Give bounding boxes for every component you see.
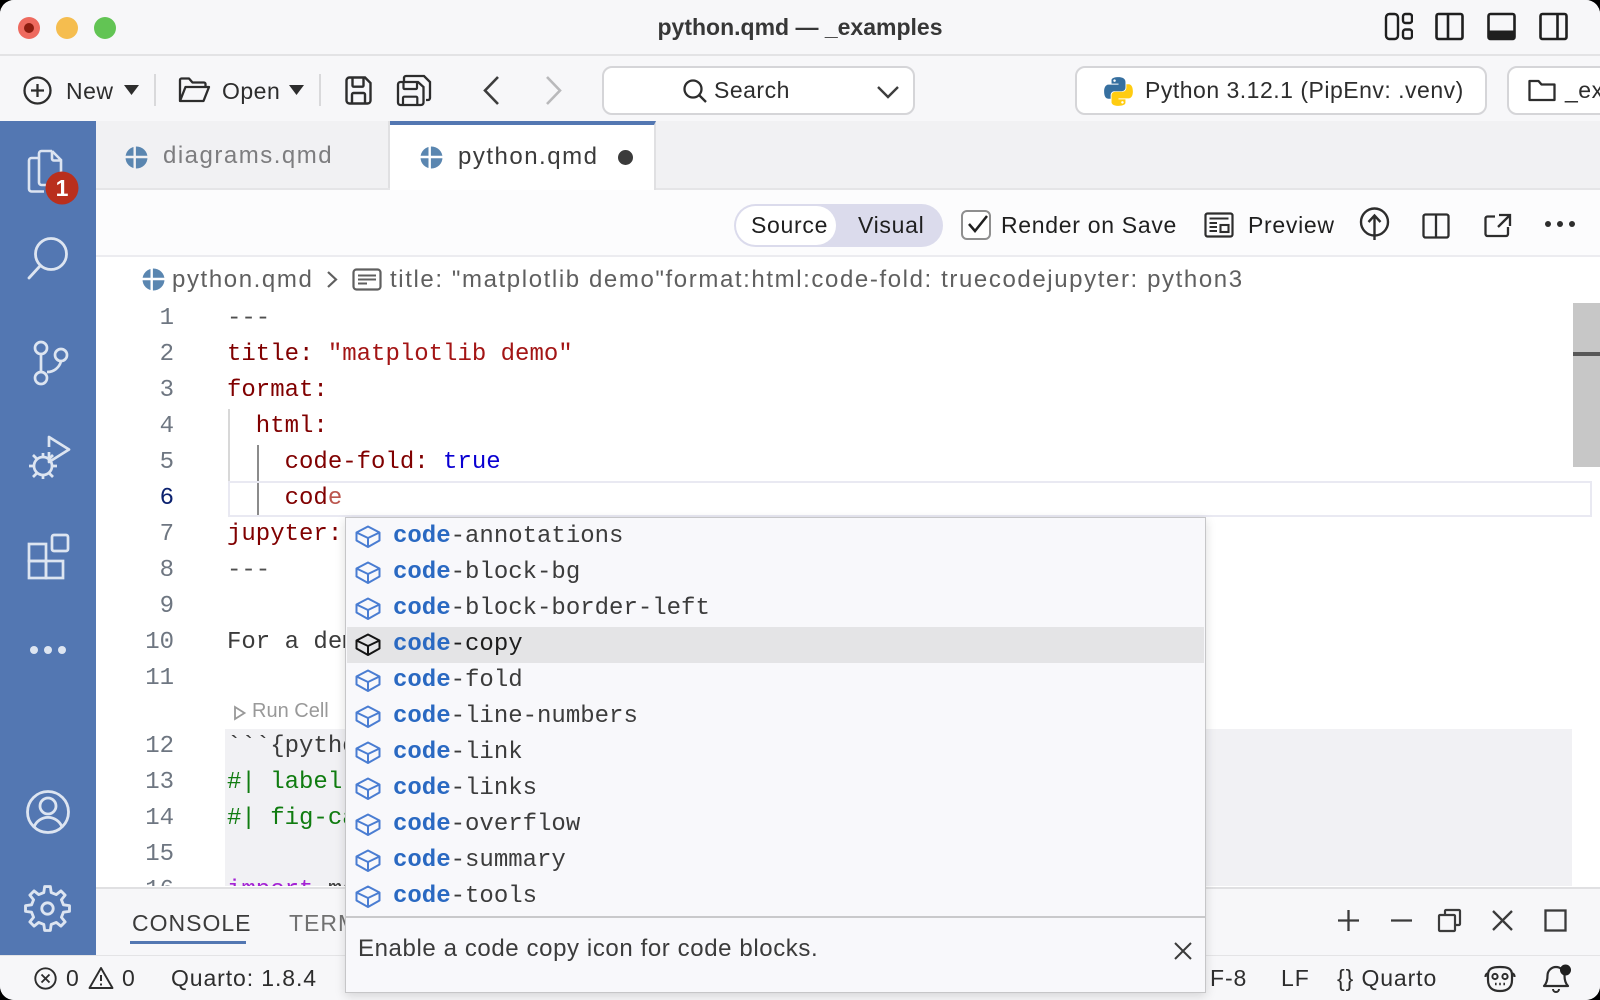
- svg-text:1: 1: [56, 175, 69, 201]
